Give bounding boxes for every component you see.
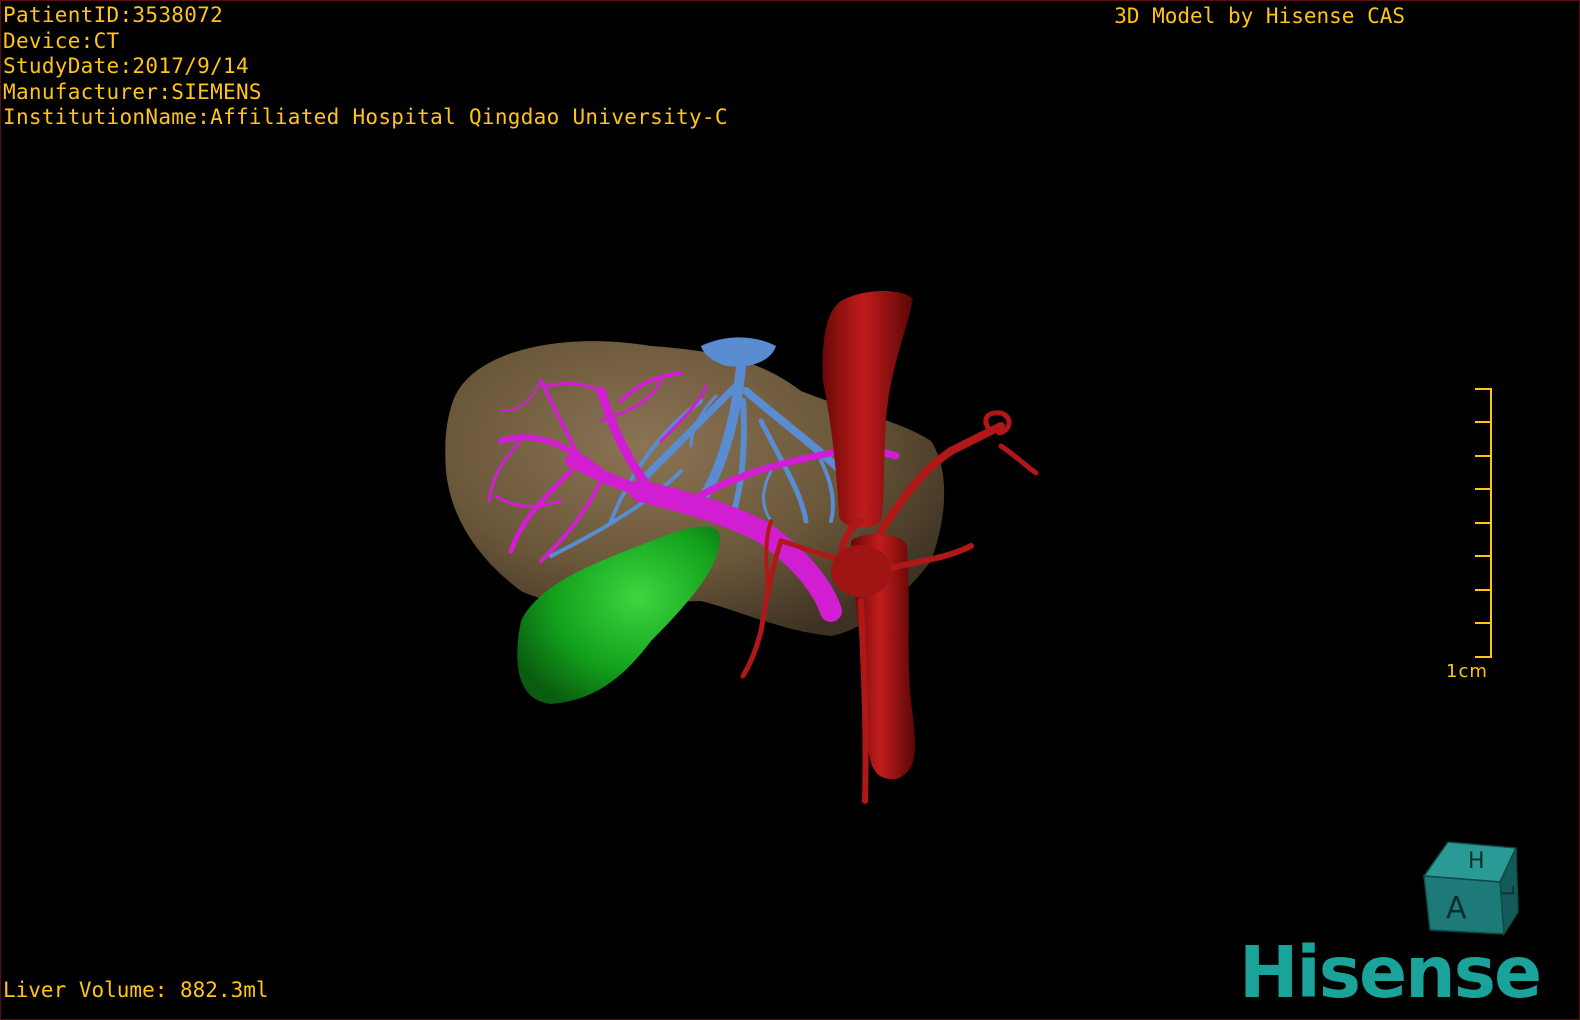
scale-bar-label: 1cm [1446, 661, 1488, 682]
cube-side-label: L [1498, 886, 1519, 896]
liver-3d-model[interactable] [1, 1, 1580, 1020]
orientation-cube-icon[interactable]: H A L [1416, 834, 1526, 944]
cube-top-label: H [1468, 849, 1485, 874]
liver-volume-text: Liver Volume: 882.3ml [3, 978, 269, 1002]
manufacturer-text: Manufacturer:SIEMENS [3, 79, 262, 104]
patient-id-text: PatientID:3538072 [3, 3, 224, 27]
patient-info-overlay: PatientID:3538072 Device:CT StudyDate:20… [3, 3, 728, 131]
study-date-text: StudyDate:2017/9/14 [3, 54, 249, 78]
3d-viewport[interactable]: PatientID:3538072 Device:CT StudyDate:20… [0, 0, 1580, 1020]
scale-bar-icon [1475, 388, 1492, 658]
cube-front-label: A [1446, 891, 1467, 926]
device-text: Device:CT [3, 28, 120, 53]
hisense-logo: Hisense [1239, 931, 1542, 1014]
viewer-title: 3D Model by Hisense CAS [1114, 4, 1405, 28]
institution-text: InstitutionName:Affiliated Hospital Qing… [3, 105, 728, 129]
